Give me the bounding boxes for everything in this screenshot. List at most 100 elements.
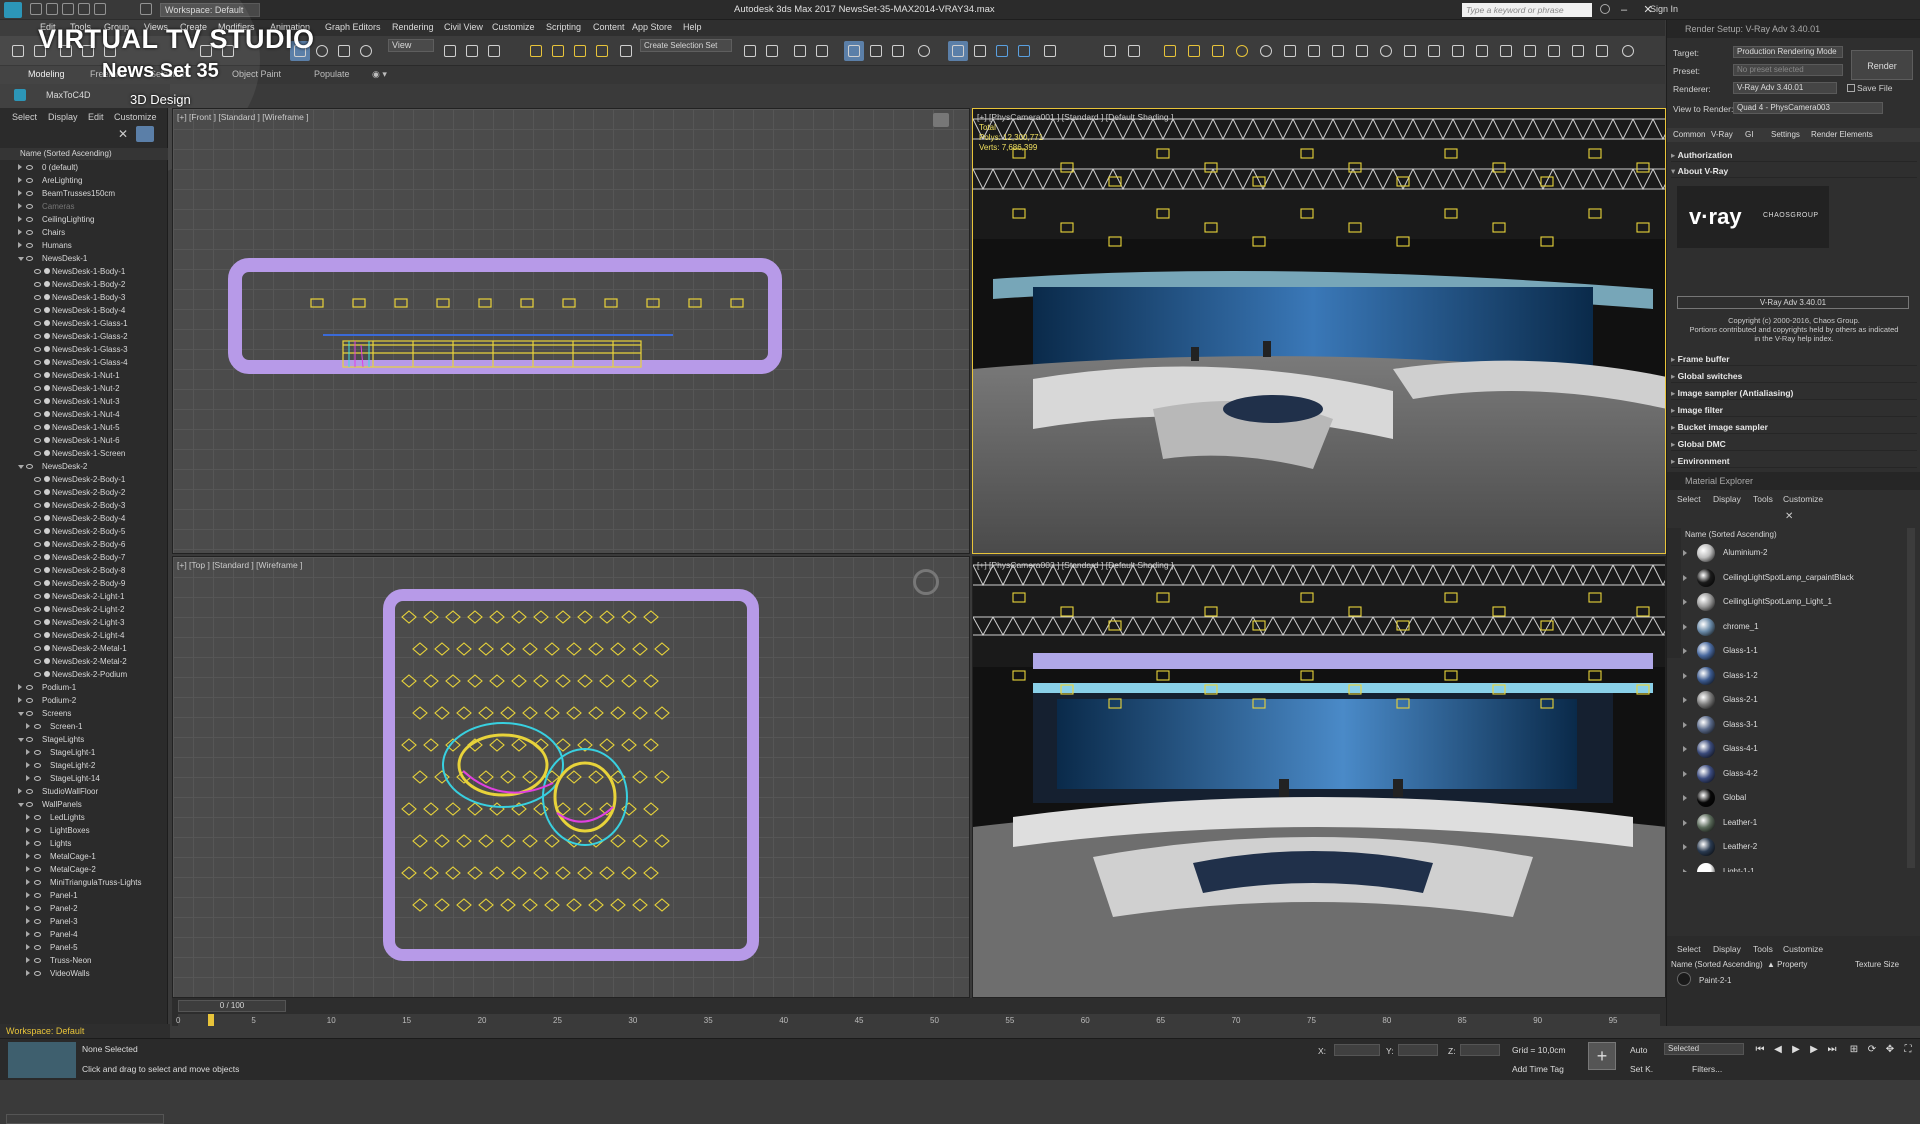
visibility-eye-icon[interactable] bbox=[34, 425, 41, 430]
expand-arrow-icon[interactable] bbox=[26, 762, 30, 768]
expand-arrow-icon[interactable] bbox=[1683, 550, 1687, 556]
expand-arrow-icon[interactable] bbox=[18, 190, 22, 196]
scene-tree-item[interactable]: Panel-3 bbox=[0, 915, 166, 928]
expand-arrow-icon[interactable] bbox=[26, 905, 30, 911]
select-and-rotate-icon[interactable] bbox=[312, 41, 332, 61]
spinner-snap-icon[interactable] bbox=[592, 41, 612, 61]
vray-plane-icon[interactable] bbox=[1280, 41, 1300, 61]
vray-mesh-export-icon[interactable] bbox=[1472, 41, 1492, 61]
scene-tree-item[interactable]: StageLight-1 bbox=[0, 746, 166, 759]
scene-tree-item[interactable]: NewsDesk-1-Body-2 bbox=[0, 278, 166, 291]
expand-arrow-icon[interactable] bbox=[26, 944, 30, 950]
vray-material-icon[interactable] bbox=[1376, 41, 1396, 61]
mat-lower-tools[interactable]: Tools bbox=[1753, 944, 1773, 954]
scene-tree-item[interactable]: NewsDesk-2-Body-9 bbox=[0, 577, 166, 590]
render-production-icon[interactable] bbox=[992, 41, 1012, 61]
maxscript-listener-thumbnail[interactable] bbox=[8, 1042, 76, 1078]
expand-arrow-icon[interactable] bbox=[18, 229, 22, 235]
use-pivot-center-icon[interactable] bbox=[440, 41, 460, 61]
visibility-eye-icon[interactable] bbox=[26, 737, 33, 742]
expand-arrow-icon[interactable] bbox=[18, 697, 22, 703]
expand-arrow-icon[interactable] bbox=[1683, 574, 1687, 581]
viewport-camera-1-label[interactable]: [+] [PhysCamera001 ] [Standard ] [Defaul… bbox=[977, 112, 1173, 122]
scene-tree-item[interactable]: Panel-2 bbox=[0, 902, 166, 915]
material-scrollbar[interactable] bbox=[1907, 528, 1915, 868]
scene-tree-item[interactable]: StudioWallFloor bbox=[0, 785, 166, 798]
expand-arrow-icon[interactable] bbox=[26, 879, 30, 885]
visibility-eye-icon[interactable] bbox=[34, 672, 41, 677]
section-image-sampler[interactable]: Image sampler (Antialiasing) bbox=[1671, 386, 1917, 400]
vray-scene-converter-icon[interactable] bbox=[1496, 41, 1516, 61]
save-file-checkbox[interactable] bbox=[1847, 84, 1855, 92]
menu-customize[interactable]: Customize bbox=[492, 22, 535, 32]
menu-graph-editors[interactable]: Graph Editors bbox=[325, 22, 381, 32]
toggle-scene-explorer-icon[interactable] bbox=[790, 41, 810, 61]
previous-frame-icon[interactable]: ◀ bbox=[1772, 1044, 1784, 1056]
clear-material-filter-icon[interactable]: ✕ bbox=[1785, 512, 1795, 522]
scene-menu-display[interactable]: Display bbox=[48, 112, 78, 122]
viewport-front-label[interactable]: [+] [Front ] [Standard ] [Wireframe ] bbox=[177, 112, 309, 122]
expand-arrow-icon[interactable] bbox=[26, 866, 30, 872]
scene-tree-item[interactable]: NewsDesk-1-Glass-2 bbox=[0, 330, 166, 343]
edit-named-selection-icon[interactable] bbox=[616, 41, 636, 61]
vray-lister-icon[interactable] bbox=[1424, 41, 1444, 61]
scene-tree-item[interactable]: NewsDesk-2-Body-1 bbox=[0, 473, 166, 486]
vray-fur-icon[interactable] bbox=[1328, 41, 1348, 61]
expand-arrow-icon[interactable] bbox=[18, 203, 22, 209]
render-setup-icon[interactable] bbox=[948, 41, 968, 61]
ribbon-options-icon[interactable]: ◉ ▾ bbox=[372, 69, 387, 80]
vray-env-fog-icon[interactable] bbox=[1400, 41, 1420, 61]
material-column-header[interactable]: Name (Sorted Ascending) bbox=[1685, 530, 1777, 539]
scene-tree-item[interactable]: Lights bbox=[0, 837, 166, 850]
close-window-icon[interactable]: ✕ bbox=[1636, 2, 1660, 18]
scene-tree-item[interactable]: NewsDesk-1-Glass-3 bbox=[0, 343, 166, 356]
material-list-item[interactable]: CeilingLightSpotLamp_Light_1 bbox=[1681, 591, 1905, 615]
scene-tree-item[interactable]: Screen-1 bbox=[0, 720, 166, 733]
viewport-camera-1[interactable]: [+] [PhysCamera001 ] [Standard ] [Defaul… bbox=[972, 108, 1666, 554]
angle-snap-icon[interactable] bbox=[548, 41, 568, 61]
expand-arrow-icon[interactable] bbox=[1683, 819, 1687, 826]
viewcube-icon[interactable] bbox=[933, 113, 949, 127]
scene-tree-item[interactable]: AreLighting bbox=[0, 174, 166, 187]
render-iterative-icon[interactable] bbox=[1014, 41, 1034, 61]
visibility-eye-icon[interactable] bbox=[34, 386, 41, 391]
scene-tree-item[interactable]: NewsDesk-1-Nut-1 bbox=[0, 369, 166, 382]
reference-coordinate-dropdown[interactable]: View bbox=[388, 39, 434, 52]
pan-icon[interactable]: ✥ bbox=[1884, 1044, 1896, 1056]
scene-tree-item[interactable]: NewsDesk-2-Body-3 bbox=[0, 499, 166, 512]
visibility-eye-icon[interactable] bbox=[34, 490, 41, 495]
collapse-arrow-icon[interactable] bbox=[18, 712, 24, 716]
visibility-eye-icon[interactable] bbox=[34, 399, 41, 404]
visibility-eye-icon[interactable] bbox=[34, 555, 41, 560]
visibility-eye-icon[interactable] bbox=[34, 646, 41, 651]
expand-arrow-icon[interactable] bbox=[26, 918, 30, 924]
mat-menu-customize[interactable]: Customize bbox=[1783, 494, 1823, 504]
rendered-frame-window-icon[interactable] bbox=[970, 41, 990, 61]
section-global-switches[interactable]: Global switches bbox=[1671, 369, 1917, 383]
visibility-eye-icon[interactable] bbox=[26, 243, 33, 248]
scene-tree-item[interactable]: NewsDesk-2-Light-3 bbox=[0, 616, 166, 629]
tab-render-elements[interactable]: Render Elements bbox=[1811, 130, 1873, 139]
scene-tree-item[interactable]: NewsDesk-2-Body-2 bbox=[0, 486, 166, 499]
expand-arrow-icon[interactable] bbox=[1683, 721, 1687, 728]
scene-tree-item[interactable]: LedLights bbox=[0, 811, 166, 824]
tab-settings[interactable]: Settings bbox=[1771, 130, 1800, 139]
expand-arrow-icon[interactable] bbox=[26, 957, 30, 963]
expand-arrow-icon[interactable] bbox=[18, 788, 22, 794]
material-list-item[interactable]: Glass-1-2 bbox=[1681, 665, 1905, 689]
scene-tree-item[interactable]: NewsDesk-2-Body-8 bbox=[0, 564, 166, 577]
visibility-eye-icon[interactable] bbox=[34, 906, 41, 911]
expand-arrow-icon[interactable] bbox=[1683, 868, 1687, 872]
expand-arrow-icon[interactable] bbox=[18, 177, 22, 183]
visibility-eye-icon[interactable] bbox=[34, 958, 41, 963]
section-global-dmc[interactable]: Global DMC bbox=[1671, 437, 1917, 451]
mat-menu-display[interactable]: Display bbox=[1713, 494, 1741, 504]
scene-tree-item[interactable]: NewsDesk-1-Nut-3 bbox=[0, 395, 166, 408]
help-search-input[interactable]: Type a keyword or phrase bbox=[1462, 3, 1592, 17]
scene-horizontal-scrollbar[interactable] bbox=[6, 1114, 164, 1124]
scene-tree-item[interactable]: NewsDesk-1-Nut-6 bbox=[0, 434, 166, 447]
go-to-start-icon[interactable]: ⏮ bbox=[1754, 1044, 1766, 1056]
vray-proxy-icon[interactable] bbox=[1304, 41, 1324, 61]
scene-tree-item[interactable]: Humans bbox=[0, 239, 166, 252]
select-and-place-icon[interactable] bbox=[356, 41, 376, 61]
